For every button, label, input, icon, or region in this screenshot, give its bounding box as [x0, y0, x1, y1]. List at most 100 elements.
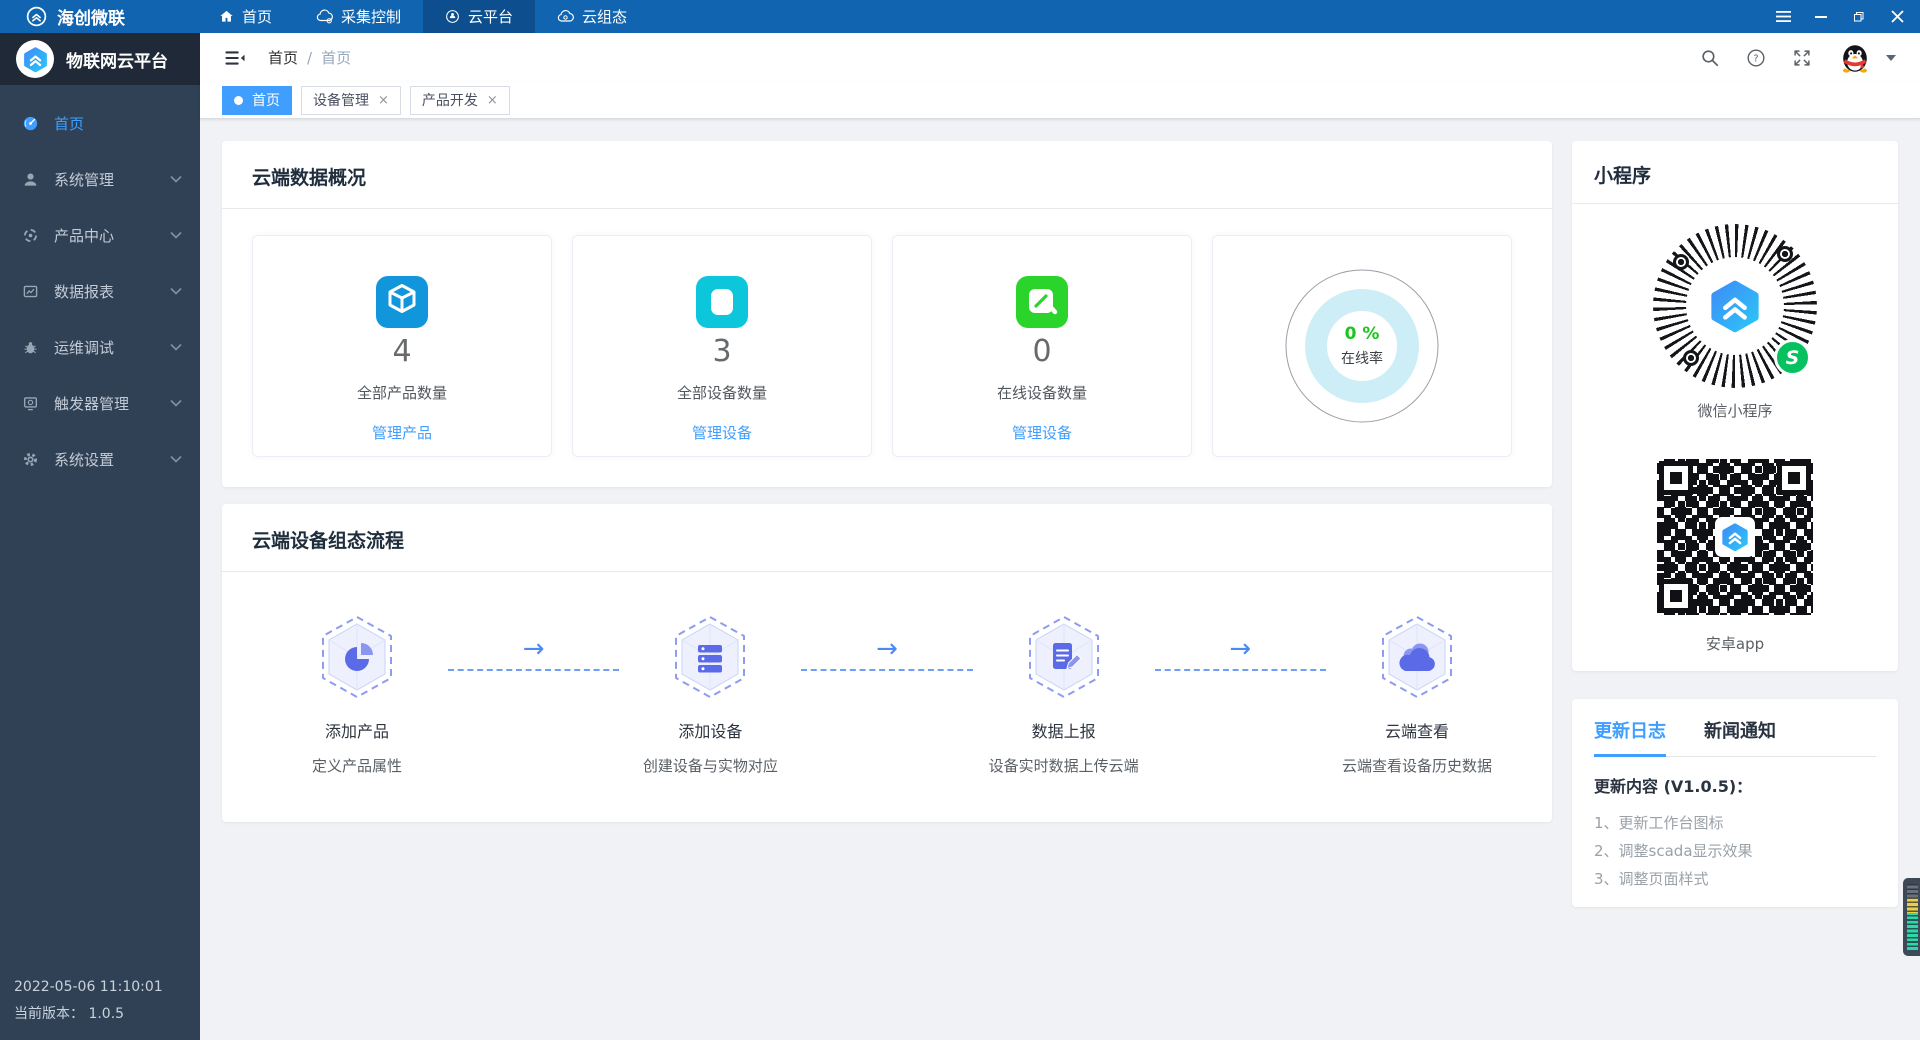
update-log-panel: 更新日志 新闻通知 更新内容 (V1.0.5)： 1、更新工作台图标 2、调整s… — [1572, 699, 1898, 907]
topnav-item-home[interactable]: 首页 — [197, 0, 294, 33]
miniapp-panel: 小程序 微信小程序 — [1572, 141, 1898, 671]
tab-home[interactable]: 首页 — [222, 85, 292, 115]
chevron-down-icon — [170, 343, 182, 351]
bug-icon — [22, 339, 39, 356]
user-menu[interactable] — [1838, 41, 1896, 75]
wechat-miniprogram-icon — [1774, 339, 1811, 376]
sidebar-collapse-icon[interactable] — [224, 49, 246, 67]
sidebar-item-system-settings[interactable]: 系统设置 — [0, 431, 200, 487]
cloud-hexagon-icon — [1378, 614, 1456, 700]
brand-name: 海创微联 — [57, 9, 125, 29]
tab-news-notice[interactable]: 新闻通知 — [1704, 717, 1776, 756]
maximize-restore-icon[interactable] — [1840, 0, 1878, 33]
update-item: 1、更新工作台图标 — [1594, 814, 1724, 832]
wechat-qr-label: 微信小程序 — [1697, 402, 1773, 420]
home-icon — [219, 9, 234, 24]
tab-device-management[interactable]: 设备管理 × — [301, 85, 401, 115]
stat-card-devices: 3 全部设备数量 管理设备 — [572, 235, 872, 457]
flow-connector: → — [1139, 614, 1342, 700]
sidebar-item-label: 数据报表 — [54, 282, 115, 301]
sidebar-item-home[interactable]: 首页 — [0, 95, 200, 151]
chevron-down-icon — [170, 231, 182, 239]
topnav-item-cloud-platform[interactable]: 云平台 — [423, 0, 536, 33]
step-desc: 云端查看设备历史数据 — [1341, 757, 1492, 775]
sidebar-item-data-reports[interactable]: 数据报表 — [0, 263, 200, 319]
topnav-item-collect-control[interactable]: 采集控制 — [294, 0, 423, 33]
brand-logo-icon — [26, 6, 47, 27]
sidebar-footer: 2022-05-06 11:10:01 当前版本： 1.0.5 — [14, 974, 163, 1028]
chevron-down-icon — [170, 287, 182, 295]
flow-dashed-line — [448, 669, 620, 671]
qr-finder-icon — [1659, 579, 1693, 613]
header-actions: ? — [1700, 41, 1896, 75]
device-icon — [696, 276, 748, 328]
manage-products-link[interactable]: 管理产品 — [372, 422, 432, 443]
target-circle-icon — [22, 227, 39, 244]
sidebar-item-ops-debug[interactable]: 运维调试 — [0, 319, 200, 375]
sidebar-item-label: 首页 — [54, 114, 85, 133]
step-title: 添加产品 — [324, 722, 389, 741]
window-controls — [1764, 0, 1916, 33]
close-icon[interactable] — [1878, 0, 1916, 33]
topnav-label: 采集控制 — [341, 8, 402, 26]
tab-close-icon[interactable]: × — [378, 94, 389, 107]
color-strip-icon — [1907, 884, 1918, 950]
flow-arrow-icon: → — [522, 634, 545, 664]
app-brand: 海创微联 — [26, 4, 125, 29]
stat-cards-row: 4 全部产品数量 管理产品 3 全部设备数量 管理设备 0 在线设备数量 管理设… — [222, 209, 1552, 487]
breadcrumb-item-root[interactable]: 首页 — [268, 47, 298, 68]
topnav-label: 首页 — [242, 8, 273, 26]
topnav-label: 云组态 — [582, 8, 628, 26]
step-title: 添加设备 — [678, 722, 743, 741]
color-strip-widget[interactable] — [1903, 878, 1920, 956]
user-icon — [22, 171, 39, 188]
caret-down-icon — [1886, 54, 1896, 61]
android-qr-label: 安卓app — [1705, 635, 1765, 653]
tab-product-development[interactable]: 产品开发 × — [409, 85, 510, 115]
fullscreen-icon[interactable] — [1792, 48, 1812, 68]
flow-connector: → — [432, 614, 635, 700]
flow-dashed-line — [801, 669, 973, 671]
flow-steps-row: 添加产品 定义产品属性 → 添加设备 创建设备与实物对应 → 数据上报 设备实时… — [222, 572, 1552, 822]
online-count: 0 — [1032, 334, 1052, 369]
stat-label: 全部设备数量 — [676, 384, 767, 402]
device-count: 3 — [712, 334, 732, 369]
tab-update-log[interactable]: 更新日志 — [1594, 717, 1666, 757]
sidebar-item-system-management[interactable]: 系统管理 — [0, 151, 200, 207]
platform-logo-icon — [1696, 267, 1774, 345]
manage-devices-link[interactable]: 管理设备 — [1012, 422, 1072, 443]
step-desc: 设备实时数据上传云端 — [988, 757, 1139, 775]
tab-label: 首页 — [252, 93, 280, 109]
qr-finder-icon — [1777, 461, 1811, 495]
sidebar-item-trigger-management[interactable]: 触发器管理 — [0, 375, 200, 431]
sidebar-item-product-center[interactable]: 产品中心 — [0, 207, 200, 263]
server-hexagon-icon — [671, 614, 749, 700]
search-icon[interactable] — [1700, 48, 1720, 68]
online-device-icon — [1016, 276, 1068, 328]
flow-step-cloud-view: 云端查看 云端查看设备历史数据 — [1342, 614, 1492, 776]
stat-card-online-devices: 0 在线设备数量 管理设备 — [892, 235, 1192, 457]
manage-devices-link[interactable]: 管理设备 — [692, 422, 752, 443]
step-title: 云端查看 — [1384, 722, 1449, 741]
minimize-icon[interactable] — [1802, 0, 1840, 33]
cube-icon — [376, 276, 428, 328]
sidebar-item-label: 运维调试 — [54, 338, 115, 357]
update-item: 3、调整页面样式 — [1594, 870, 1709, 888]
window-menu-button[interactable] — [1764, 0, 1802, 33]
qr-marker-icon — [1683, 350, 1699, 366]
avatar — [1838, 41, 1872, 75]
breadcrumb-separator: / — [307, 48, 313, 67]
help-icon[interactable]: ? — [1746, 48, 1766, 68]
flow-step-data-report: 数据上报 设备实时数据上传云端 — [989, 614, 1139, 776]
qr-marker-icon — [1673, 254, 1689, 270]
online-rate-label: 在线率 — [1341, 351, 1383, 367]
sidebar-item-label: 产品中心 — [54, 226, 115, 245]
chevron-down-icon — [170, 455, 182, 463]
topnav-item-cloud-scada[interactable]: 云组态 — [535, 0, 649, 33]
tab-close-icon[interactable]: × — [487, 94, 498, 107]
update-list: 1、更新工作台图标 2、调整scada显示效果 3、调整页面样式 — [1594, 809, 1876, 893]
qr-finder-icon — [1659, 461, 1693, 495]
android-app-qr-code — [1651, 453, 1819, 621]
qr-marker-icon — [1777, 246, 1793, 262]
sidebar-header: 物联网云平台 — [0, 33, 200, 85]
